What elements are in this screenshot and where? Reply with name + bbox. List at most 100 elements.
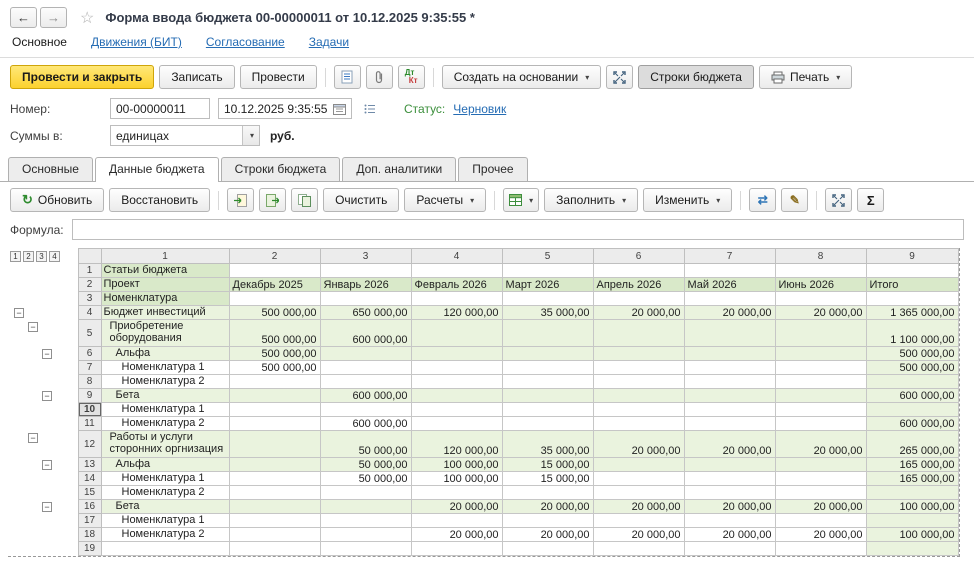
amount-cell[interactable]: 500 000,00 <box>229 361 320 375</box>
fullscreen-button[interactable] <box>606 65 633 89</box>
amount-cell[interactable] <box>320 361 411 375</box>
amount-cell[interactable] <box>320 514 411 528</box>
amount-cell[interactable] <box>411 542 502 556</box>
amount-cell[interactable]: 20 000,00 <box>502 500 593 514</box>
amount-cell[interactable]: 600 000,00 <box>320 417 411 431</box>
amount-cell[interactable] <box>775 347 866 361</box>
budget-item-cell[interactable]: Номенклатура 2 <box>101 486 229 500</box>
column-header[interactable]: 9 <box>866 249 958 264</box>
group-level-button[interactable]: 1 <box>10 251 21 262</box>
tab-other[interactable]: Прочее <box>458 157 527 181</box>
amount-cell[interactable]: 20 000,00 <box>502 528 593 542</box>
row-number[interactable]: 11 <box>78 417 101 431</box>
amount-cell[interactable] <box>593 472 684 486</box>
postings-dtkt-button[interactable]: ДтКт <box>398 65 425 89</box>
budget-item-cell[interactable]: Номенклатура 1 <box>101 514 229 528</box>
budget-rows-button[interactable]: Строки бюджета <box>638 65 754 89</box>
month-header-cell[interactable]: Декабрь 2025 <box>229 278 320 292</box>
amount-cell[interactable]: 265 000,00 <box>866 431 958 458</box>
amount-cell[interactable] <box>775 264 866 278</box>
amount-cell[interactable] <box>593 417 684 431</box>
amount-cell[interactable]: 165 000,00 <box>866 472 958 486</box>
amount-cell[interactable] <box>593 458 684 472</box>
group-level-button[interactable]: 2 <box>23 251 34 262</box>
amount-cell[interactable] <box>411 361 502 375</box>
row-number[interactable]: 14 <box>78 472 101 486</box>
column-header[interactable]: 7 <box>684 249 775 264</box>
month-header-cell[interactable]: Итого <box>866 278 958 292</box>
budget-item-cell[interactable]: Бета <box>101 389 229 403</box>
amount-cell[interactable] <box>320 528 411 542</box>
favorite-star-icon[interactable]: ☆ <box>80 8 94 28</box>
amount-cell[interactable] <box>593 514 684 528</box>
amount-cell[interactable]: 120 000,00 <box>411 431 502 458</box>
amount-cell[interactable] <box>229 375 320 389</box>
amount-cell[interactable]: 500 000,00 <box>229 347 320 361</box>
amount-cell[interactable] <box>411 375 502 389</box>
amount-cell[interactable]: 500 000,00 <box>229 306 320 320</box>
amount-cell[interactable]: 100 000,00 <box>411 458 502 472</box>
calculations-button[interactable]: Расчеты▾ <box>404 188 486 212</box>
row-number[interactable]: 2 <box>78 278 101 292</box>
budget-item-cell[interactable]: Номенклатура 2 <box>101 375 229 389</box>
amount-cell[interactable]: 500 000,00 <box>229 320 320 347</box>
row-number[interactable]: 9 <box>78 389 101 403</box>
row-number[interactable]: 6 <box>78 347 101 361</box>
amount-cell[interactable]: 50 000,00 <box>320 472 411 486</box>
amount-cell[interactable] <box>411 347 502 361</box>
month-header-cell[interactable]: Март 2026 <box>502 278 593 292</box>
amount-cell[interactable]: 500 000,00 <box>866 347 958 361</box>
amount-cell[interactable] <box>411 264 502 278</box>
collapse-group-button[interactable]: − <box>28 433 38 443</box>
status-value-link[interactable]: Черновик <box>453 102 506 116</box>
row-number[interactable]: 3 <box>78 292 101 306</box>
amount-cell[interactable]: 20 000,00 <box>593 528 684 542</box>
row-number[interactable]: 5 <box>78 320 101 347</box>
collapse-group-button[interactable]: − <box>42 460 52 470</box>
amount-cell[interactable]: 100 000,00 <box>866 528 958 542</box>
amount-cell[interactable]: 20 000,00 <box>593 306 684 320</box>
calendar-icon[interactable] <box>333 103 346 115</box>
column-header[interactable]: 1 <box>101 249 229 264</box>
edit-cell-button[interactable]: ✎ <box>781 188 808 212</box>
row-number[interactable]: 18 <box>78 528 101 542</box>
amount-cell[interactable]: 20 000,00 <box>684 431 775 458</box>
units-select[interactable]: единицах ▾ <box>110 125 260 146</box>
amount-cell[interactable] <box>320 375 411 389</box>
amount-cell[interactable] <box>684 403 775 417</box>
formula-input[interactable] <box>72 219 964 240</box>
amount-cell[interactable] <box>593 375 684 389</box>
amount-cell[interactable] <box>502 542 593 556</box>
amount-cell[interactable] <box>411 292 502 306</box>
month-header-cell[interactable]: Июнь 2026 <box>775 278 866 292</box>
amount-cell[interactable]: 15 000,00 <box>502 458 593 472</box>
amount-cell[interactable] <box>411 320 502 347</box>
amount-cell[interactable] <box>502 375 593 389</box>
amount-cell[interactable] <box>229 264 320 278</box>
forward-button[interactable]: → <box>40 7 67 28</box>
amount-cell[interactable] <box>411 403 502 417</box>
amount-cell[interactable] <box>229 458 320 472</box>
row-number[interactable]: 7 <box>78 361 101 375</box>
column-header[interactable]: 5 <box>502 249 593 264</box>
amount-cell[interactable]: 20 000,00 <box>593 500 684 514</box>
amount-cell[interactable]: 20 000,00 <box>411 500 502 514</box>
amount-cell[interactable]: 20 000,00 <box>684 528 775 542</box>
export-to-file-button[interactable] <box>259 188 286 212</box>
amount-cell[interactable]: 20 000,00 <box>775 500 866 514</box>
group-level-button[interactable]: 3 <box>36 251 47 262</box>
amount-cell[interactable] <box>502 292 593 306</box>
amount-cell[interactable]: 120 000,00 <box>411 306 502 320</box>
column-header[interactable]: 8 <box>775 249 866 264</box>
amount-cell[interactable] <box>593 389 684 403</box>
amount-cell[interactable] <box>502 403 593 417</box>
budget-item-cell[interactable]: Статьи бюджета <box>101 264 229 278</box>
budget-item-cell[interactable]: Номенклатура <box>101 292 229 306</box>
amount-cell[interactable] <box>775 472 866 486</box>
amount-cell[interactable] <box>775 486 866 500</box>
amount-cell[interactable]: 100 000,00 <box>411 472 502 486</box>
amount-cell[interactable]: 20 000,00 <box>411 528 502 542</box>
amount-cell[interactable] <box>775 292 866 306</box>
column-header[interactable]: 6 <box>593 249 684 264</box>
tab-main[interactable]: Основные <box>8 157 93 181</box>
